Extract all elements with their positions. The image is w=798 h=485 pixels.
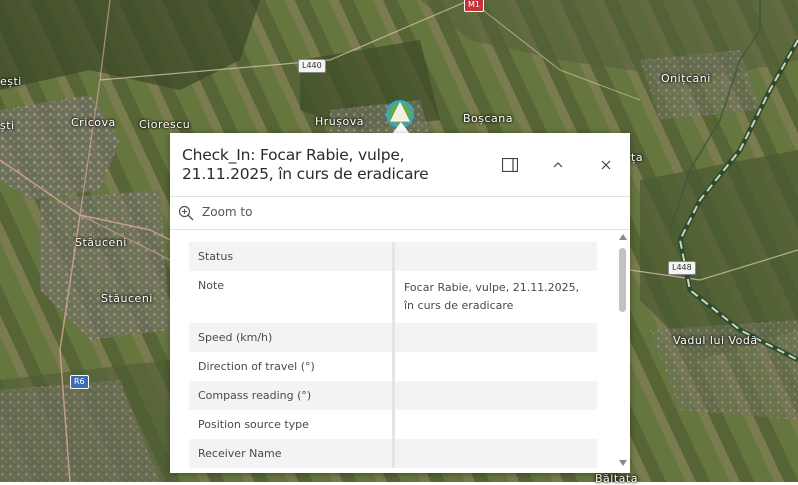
dock-icon <box>502 158 518 172</box>
road-shield-l448: L448 <box>668 261 696 275</box>
field-value <box>394 381 598 410</box>
zoom-to-action[interactable]: Zoom to <box>170 197 630 230</box>
place-label-ciorescu: Ciorescu <box>139 118 191 131</box>
field-value <box>394 352 598 381</box>
popup-title: Check_In: Focar Rabie, vulpe, 21.11.2025… <box>182 146 429 183</box>
place-label-hrusova: Hrușova <box>315 115 364 128</box>
field-value <box>394 410 598 439</box>
chevron-up-icon <box>553 162 563 168</box>
field-value <box>394 439 598 468</box>
field-name: Receiver Name <box>189 439 395 468</box>
place-label-boscana: Boșcana <box>463 112 514 125</box>
zoom-in-icon <box>178 205 194 221</box>
table-row: Position source type <box>189 410 597 439</box>
attribute-content[interactable]: Status Note Focar Rabie, vulpe, 21.11.202… <box>170 230 630 473</box>
table-row: Status <box>189 242 597 271</box>
table-row: Receiver Name <box>189 439 597 468</box>
attribute-table: Status Note Focar Rabie, vulpe, 21.11.202… <box>189 242 597 468</box>
place-label-edge-left-2: ști <box>0 119 15 132</box>
field-name: Speed (km/h) <box>189 323 395 352</box>
field-value <box>394 323 598 352</box>
road-shield-r6: R6 <box>70 375 89 389</box>
scroll-down-arrow-icon[interactable] <box>619 460 627 466</box>
scrollbar[interactable] <box>617 230 629 473</box>
table-row: Note Focar Rabie, vulpe, 21.11.2025, în c… <box>189 271 597 323</box>
collapse-button[interactable] <box>546 153 570 177</box>
table-row: Speed (km/h) <box>189 323 597 352</box>
zoom-to-label: Zoom to <box>202 205 253 219</box>
place-label-edge-right: ța <box>631 151 644 164</box>
field-value: Focar Rabie, vulpe, 21.11.2025, în curs … <box>404 281 580 312</box>
road-shield-m1: M1 <box>464 0 484 12</box>
place-label-onitcani: Onițcani <box>661 72 711 85</box>
place-label-cricova: Cricova <box>71 116 116 129</box>
close-button[interactable] <box>594 153 618 177</box>
scroll-thumb[interactable] <box>619 248 626 312</box>
close-icon <box>601 160 611 170</box>
table-row: Direction of travel (°) <box>189 352 597 381</box>
field-name: Position source type <box>189 410 395 439</box>
place-label-vadul-lui-voda: Vadul lui Vodă <box>673 334 758 347</box>
feature-popup: Check_In: Focar Rabie, vulpe, 21.11.2025… <box>170 133 630 473</box>
place-label-stauceni-district: Stăuceni <box>101 292 153 305</box>
road-shield-l440: L440 <box>298 59 326 73</box>
field-name: Direction of travel (°) <box>189 352 395 381</box>
field-name: Status <box>189 242 395 271</box>
field-value <box>394 242 598 271</box>
field-name: Note <box>189 271 395 323</box>
field-name: Compass reading (°) <box>189 381 395 410</box>
scroll-up-arrow-icon[interactable] <box>619 234 627 240</box>
dock-button[interactable] <box>498 153 522 177</box>
table-row: Compass reading (°) <box>189 381 597 410</box>
place-label-stauceni: Stăuceni <box>75 236 127 249</box>
popup-header: Check_In: Focar Rabie, vulpe, 21.11.2025… <box>170 133 630 197</box>
place-label-edge-left: ești <box>0 75 22 88</box>
place-label-bottom-right: Băltata <box>595 472 638 485</box>
